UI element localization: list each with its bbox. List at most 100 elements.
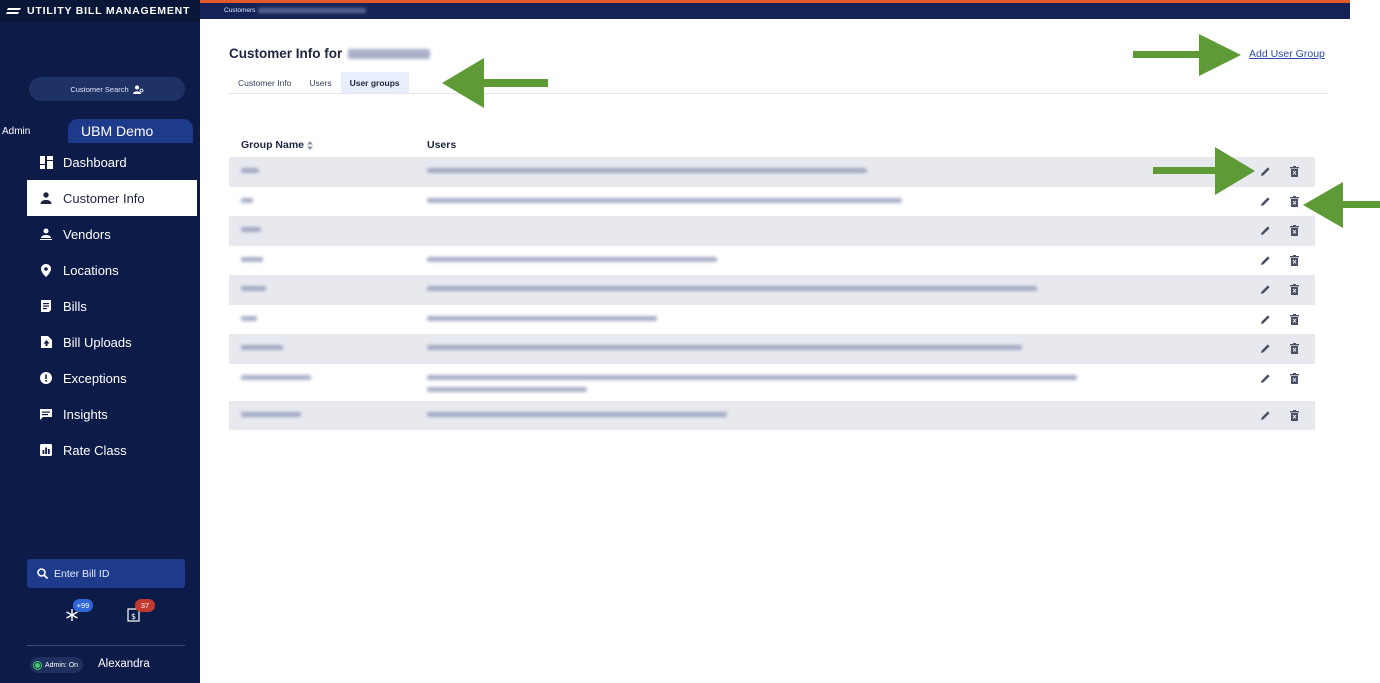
row-actions — [1259, 195, 1301, 208]
admin-toggle[interactable]: Admin: On — [30, 657, 84, 673]
row-actions — [1259, 342, 1301, 355]
edit-icon[interactable] — [1259, 195, 1272, 208]
upload-icon — [39, 335, 53, 349]
customer-search-label: Customer Search — [70, 84, 129, 94]
users-redacted — [427, 374, 1077, 380]
sidebar-item-label: Bill Uploads — [63, 334, 132, 350]
customer-name-redacted — [348, 48, 431, 59]
bill-notifications[interactable]: $ 37 — [126, 599, 155, 627]
delete-icon[interactable] — [1288, 165, 1301, 178]
location-pin-icon — [39, 263, 53, 277]
users-redacted — [427, 197, 902, 203]
annotation-arrow — [1303, 182, 1380, 228]
sidebar: UTILITY BILL MANAGEMENT Customer Search … — [0, 0, 200, 683]
sidebar-item-rate-class[interactable]: Rate Class — [27, 432, 197, 468]
group-name-header[interactable]: Group Name — [241, 139, 314, 151]
sidebar-item-bills[interactable]: Bills — [27, 288, 197, 324]
page-title: Customer Info for — [229, 46, 431, 61]
sidebar-item-label: Rate Class — [63, 442, 127, 458]
delete-icon[interactable] — [1288, 342, 1301, 355]
delete-icon[interactable] — [1288, 313, 1301, 326]
group-name-redacted — [241, 256, 263, 262]
sidebar-item-vendors[interactable]: Vendors — [27, 216, 197, 252]
row-actions — [1259, 409, 1301, 422]
delete-icon[interactable] — [1288, 409, 1301, 422]
asterisk-badge: +99 — [73, 599, 93, 612]
bill-id-input[interactable] — [54, 567, 174, 580]
edit-icon[interactable] — [1259, 372, 1272, 385]
row-actions — [1259, 372, 1301, 385]
edit-icon[interactable] — [1259, 283, 1272, 296]
org-tab[interactable]: UBM Demo — [68, 119, 193, 143]
sidebar-item-label: Vendors — [63, 226, 111, 242]
tab-user-groups[interactable]: User groups — [340, 72, 409, 93]
search-icon — [37, 568, 48, 579]
edit-icon[interactable] — [1259, 254, 1272, 267]
sidebar-item-bill-uploads[interactable]: Bill Uploads — [27, 324, 197, 360]
delete-icon[interactable] — [1288, 195, 1301, 208]
admin-toggle-label: Admin: On — [45, 661, 79, 669]
sidebar-item-locations[interactable]: Locations — [27, 252, 197, 288]
row-actions — [1259, 283, 1301, 296]
annotation-arrow — [442, 58, 548, 108]
tab-customer-info[interactable]: Customer Info — [229, 72, 300, 93]
table-row — [229, 334, 1315, 364]
row-actions — [1259, 313, 1301, 326]
toggle-on-icon — [33, 660, 42, 670]
sidebar-nav: Dashboard Customer Info Vendors Location… — [27, 144, 197, 468]
tab-users[interactable]: Users — [300, 72, 340, 93]
delete-icon[interactable] — [1288, 254, 1301, 267]
sidebar-item-label: Customer Info — [63, 190, 145, 206]
sidebar-item-customer-info[interactable]: Customer Info — [27, 180, 197, 216]
edit-icon[interactable] — [1259, 224, 1272, 237]
group-name-redacted — [241, 374, 311, 380]
insights-icon — [39, 407, 53, 421]
exclamation-icon — [39, 371, 53, 385]
sidebar-item-label: Insights — [63, 406, 108, 422]
table-row — [229, 246, 1315, 276]
sidebar-item-label: Bills — [63, 298, 87, 314]
svg-text:$: $ — [131, 612, 136, 621]
breadcrumb-customers[interactable]: Customers — [224, 7, 255, 14]
bill-icon — [39, 299, 53, 313]
table-row — [229, 364, 1315, 401]
edit-icon[interactable] — [1259, 342, 1272, 355]
group-name-redacted — [241, 345, 283, 350]
delete-icon[interactable] — [1288, 224, 1301, 237]
group-name-header-label: Group Name — [241, 139, 305, 151]
users-redacted — [427, 286, 1037, 291]
row-actions — [1259, 165, 1301, 178]
user-groups-table — [229, 157, 1315, 430]
sidebar-item-label: Dashboard — [63, 154, 127, 170]
edit-icon[interactable] — [1259, 165, 1272, 178]
brand-bar: UTILITY BILL MANAGEMENT — [0, 0, 200, 22]
sidebar-divider — [27, 645, 185, 646]
delete-icon[interactable] — [1288, 283, 1301, 296]
logo-icon — [6, 8, 21, 14]
users-redacted — [427, 256, 717, 262]
edit-icon[interactable] — [1259, 409, 1272, 422]
users-redacted — [427, 168, 867, 173]
breadcrumb: Customers — [224, 7, 367, 14]
group-name-redacted — [241, 411, 301, 417]
customer-search-button[interactable]: Customer Search — [29, 77, 185, 101]
users-redacted — [427, 315, 657, 321]
sidebar-item-insights[interactable]: Insights — [27, 396, 197, 432]
breadcrumb-redacted — [258, 8, 367, 13]
bill-id-search[interactable] — [27, 559, 185, 588]
sidebar-item-exceptions[interactable]: Exceptions — [27, 360, 197, 396]
rate-class-icon — [39, 443, 53, 457]
user-name: Alexandra — [98, 658, 150, 670]
row-actions — [1259, 224, 1301, 237]
page-edge — [1350, 0, 1380, 683]
asterisk-notifications[interactable]: +99 — [63, 599, 93, 627]
dashboard-icon — [39, 155, 53, 169]
sidebar-item-label: Exceptions — [63, 370, 127, 386]
page-title-text: Customer Info for — [229, 46, 343, 61]
delete-icon[interactable] — [1288, 372, 1301, 385]
group-name-redacted — [241, 315, 257, 321]
add-user-group-link[interactable]: Add User Group — [1249, 48, 1325, 60]
sidebar-item-dashboard[interactable]: Dashboard — [27, 144, 197, 180]
users-redacted — [427, 411, 727, 417]
edit-icon[interactable] — [1259, 313, 1272, 326]
